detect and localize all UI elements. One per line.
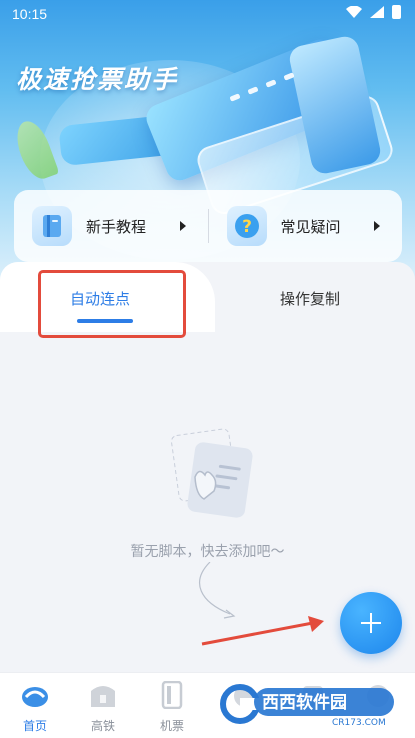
nav-flight[interactable]: 机票 [142, 680, 202, 734]
nav-flight-label: 机票 [159, 719, 184, 733]
status-bar: 10:15 [0, 0, 415, 28]
quick-actions-card: 新手教程 ? 常见疑问 [14, 190, 402, 262]
plane-ticket-icon [161, 680, 183, 710]
tab-bar: 自动连点 操作复制 [0, 262, 415, 338]
nav-home-label: 首页 [22, 719, 47, 733]
battery-icon [392, 5, 401, 19]
question-icon: ? [226, 206, 267, 246]
plus-icon [361, 613, 381, 633]
app-title: 极速抢票助手 [16, 65, 179, 94]
nav-train[interactable]: 高铁 [73, 681, 133, 734]
watermark-text: 西西软件园 [262, 692, 347, 713]
add-script-button[interactable] [340, 592, 402, 654]
wifi-icon [346, 6, 362, 18]
book-icon [32, 206, 72, 246]
train-icon [91, 686, 115, 707]
tutorial-button[interactable]: 新手教程 [14, 190, 208, 262]
chevron-right-icon [374, 221, 380, 231]
nav-train-label: 高铁 [90, 719, 115, 733]
tutorial-label: 新手教程 [86, 217, 147, 236]
annotation-arrow [201, 616, 324, 646]
annotation-highlight-box [38, 270, 186, 338]
home-icon [22, 687, 48, 707]
empty-script-illustration [170, 428, 253, 518]
site-watermark-logo: 西西软件园 CR173.COM [220, 684, 394, 728]
nav-home[interactable]: 首页 [5, 681, 65, 734]
faq-button[interactable]: ? 常见疑问 [209, 190, 403, 262]
tab-operation-copy[interactable]: 操作复制 [280, 288, 340, 309]
chevron-right-icon [179, 221, 186, 231]
faq-label: 常见疑问 [280, 217, 341, 236]
watermark-sub: CR173.COM [332, 718, 386, 728]
empty-state-text: 暂无脚本，快去添加吧～ [130, 544, 285, 560]
svg-text:?: ? [242, 217, 252, 237]
content-card: 自动连点 操作复制 暂无脚本，快去添加吧～ [0, 262, 415, 672]
signal-icon [370, 6, 384, 18]
status-time: 10:15 [12, 6, 48, 22]
